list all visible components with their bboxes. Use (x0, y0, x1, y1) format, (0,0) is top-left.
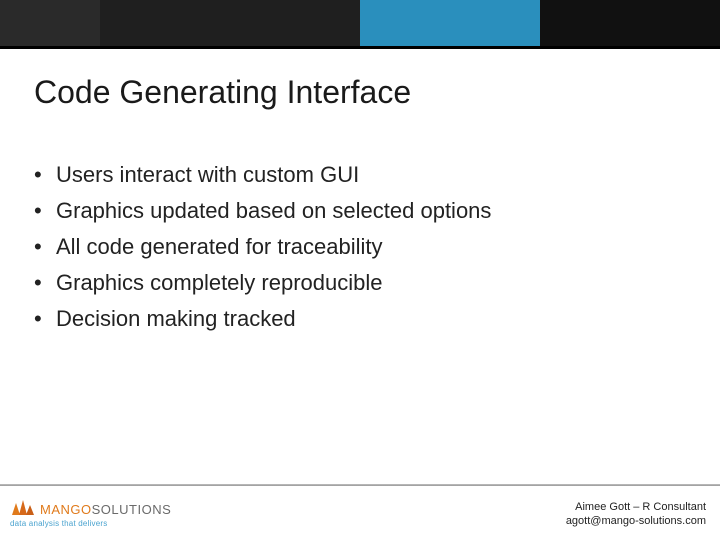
bullet-list: • Users interact with custom GUI • Graph… (34, 160, 674, 340)
list-item: • Users interact with custom GUI (34, 160, 674, 190)
bullet-icon: • (34, 304, 56, 334)
brand-word-1: MANGO (40, 502, 92, 517)
list-item-text: Users interact with custom GUI (56, 160, 359, 190)
footer-credit: Aimee Gott – R Consultant agott@mango-so… (566, 500, 706, 528)
brand-tagline: data analysis that delivers (10, 519, 171, 528)
brand-logo: MANGOSOLUTIONS data analysis that delive… (10, 497, 171, 528)
list-item-text: Decision making tracked (56, 304, 296, 334)
header-segment (360, 0, 540, 46)
list-item-text: All code generated for traceability (56, 232, 383, 262)
brand-name: MANGOSOLUTIONS (40, 502, 171, 517)
slide-title: Code Generating Interface (34, 74, 411, 111)
header-color-bar (0, 0, 720, 46)
brand-word-2: SOLUTIONS (92, 502, 172, 517)
list-item: • Graphics updated based on selected opt… (34, 196, 674, 226)
header-segment (540, 0, 720, 46)
list-item: • Graphics completely reproducible (34, 268, 674, 298)
bullet-icon: • (34, 196, 56, 226)
list-item-text: Graphics updated based on selected optio… (56, 196, 491, 226)
header-segment (100, 0, 360, 46)
bullet-icon: • (34, 232, 56, 262)
author-line: Aimee Gott – R Consultant (566, 500, 706, 514)
header-underline (0, 46, 720, 49)
mango-icon (10, 497, 36, 517)
list-item: • Decision making tracked (34, 304, 674, 334)
footer-divider (0, 484, 720, 486)
author-email: agott@mango-solutions.com (566, 514, 706, 528)
header-segment (0, 0, 100, 46)
slide: Code Generating Interface • Users intera… (0, 0, 720, 540)
bullet-icon: • (34, 160, 56, 190)
bullet-icon: • (34, 268, 56, 298)
list-item-text: Graphics completely reproducible (56, 268, 383, 298)
list-item: • All code generated for traceability (34, 232, 674, 262)
